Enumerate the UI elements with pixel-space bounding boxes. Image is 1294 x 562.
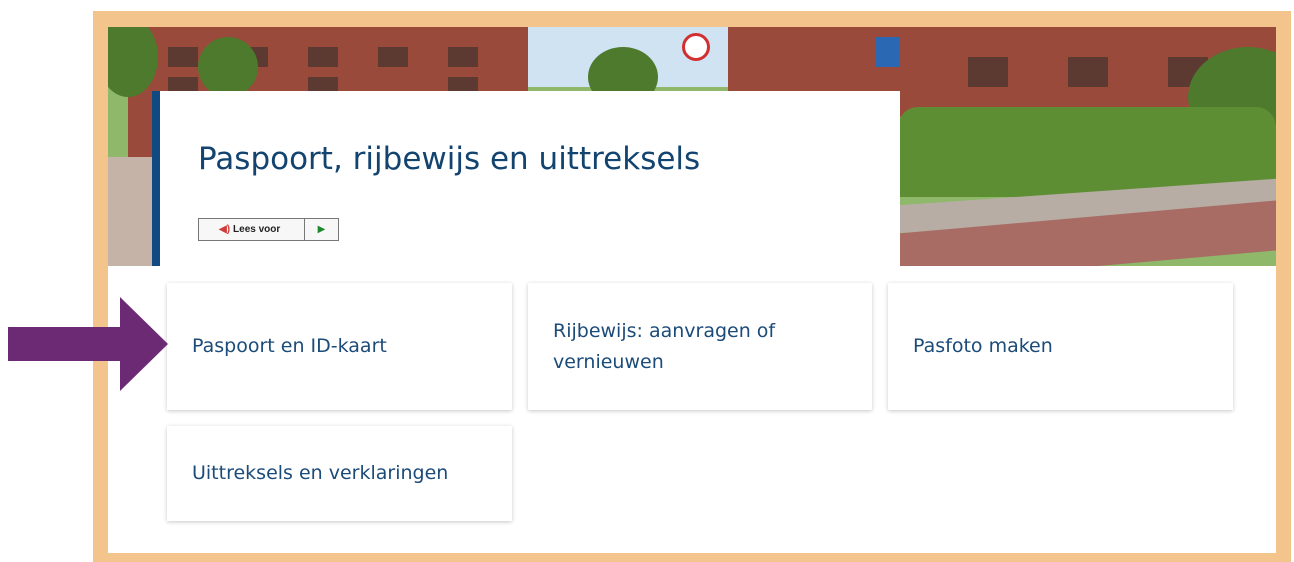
card-label: Pasfoto maken: [913, 335, 1053, 357]
read-aloud-label: Lees voor: [233, 224, 281, 235]
card-label: Paspoort en ID-kaart: [192, 335, 387, 357]
readspeaker-player: ◀) Lees voor ▶: [198, 218, 339, 241]
card-rijbewijs[interactable]: Rijbewijs: aanvragen of vernieuwen: [528, 283, 872, 410]
play-button[interactable]: ▶: [305, 219, 338, 240]
pointer-arrow-icon: [8, 297, 168, 391]
title-panel: Paspoort, rijbewijs en uittreksels ◀) Le…: [152, 91, 900, 266]
speaker-icon: ◀): [219, 224, 231, 235]
page-title: Paspoort, rijbewijs en uittreksels: [198, 141, 701, 177]
read-aloud-button[interactable]: ◀) Lees voor: [199, 219, 305, 240]
card-pasfoto[interactable]: Pasfoto maken: [888, 283, 1233, 410]
card-label: Uittreksels en verklaringen: [192, 462, 449, 484]
card-uittreksels[interactable]: Uittreksels en verklaringen: [167, 426, 512, 521]
card-label: Rijbewijs: aanvragen of vernieuwen: [553, 319, 776, 373]
card-paspoort-id-kaart[interactable]: Paspoort en ID-kaart: [167, 283, 512, 410]
play-icon: ▶: [317, 224, 326, 235]
